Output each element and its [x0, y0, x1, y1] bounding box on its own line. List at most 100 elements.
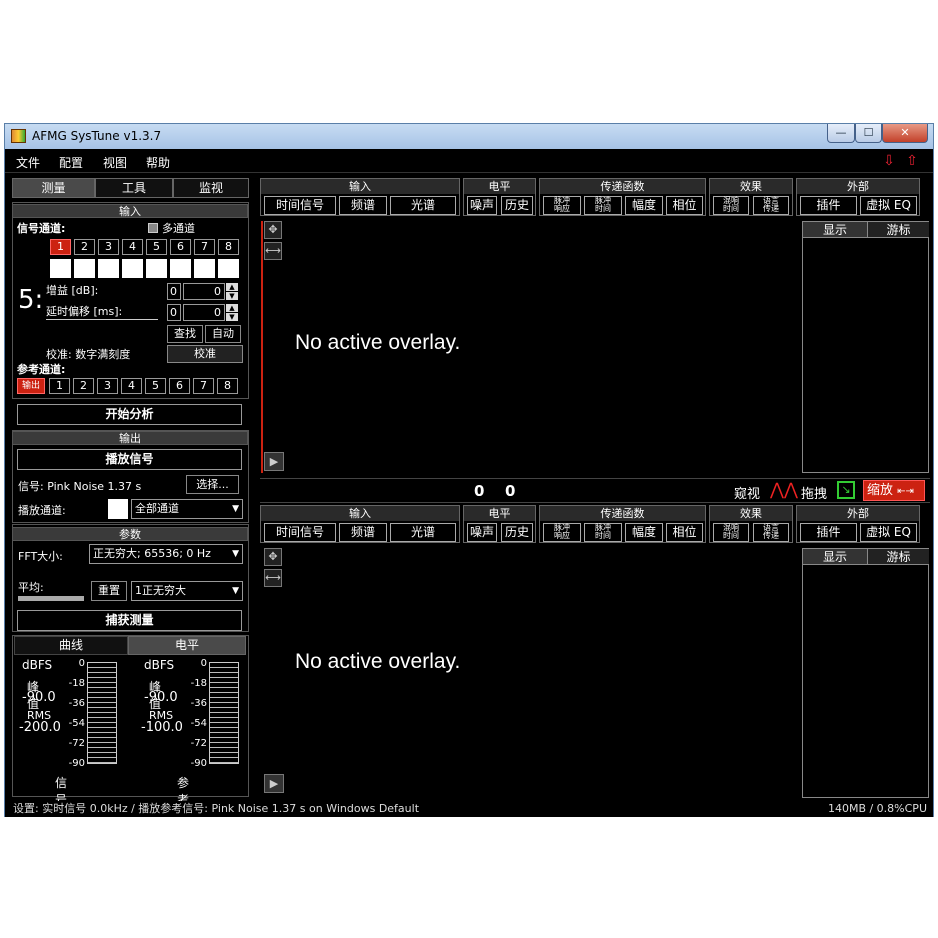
capture-measurement-button[interactable]: 捕获测量: [17, 610, 242, 631]
bottom-transfer-button-4[interactable]: 相位: [666, 523, 703, 542]
top-external-button-2[interactable]: 虚拟 EQ: [860, 196, 917, 215]
top-effect-button-2[interactable]: 语言 传递: [753, 196, 789, 215]
fit-width-icon[interactable]: ⟷: [264, 242, 282, 260]
bottom-input-button-1[interactable]: 时间信号: [264, 523, 336, 542]
play-channel-select[interactable]: 全部通道 ▼: [131, 499, 243, 519]
bottom-effect-button-2[interactable]: 语言 传递: [753, 523, 789, 542]
pan-icon[interactable]: ✥: [264, 548, 282, 566]
top-input-button-2[interactable]: 频谱: [339, 196, 387, 215]
channel-color-swatch[interactable]: [170, 259, 191, 278]
channel-color-swatch[interactable]: [218, 259, 239, 278]
ref-channel-2[interactable]: 2: [73, 378, 94, 394]
top-input-button-1[interactable]: 时间信号: [264, 196, 336, 215]
delay-down-icon[interactable]: ▼: [226, 313, 238, 321]
signal-channel-8[interactable]: 8: [218, 239, 239, 255]
ref-output-channel[interactable]: 输出: [17, 378, 45, 394]
gain-fine-field[interactable]: 0: [183, 283, 225, 300]
zoom-mode-button[interactable]: 缩放 ⇤⇥: [863, 480, 925, 501]
bottom-external-button-2[interactable]: 虚拟 EQ: [860, 523, 917, 542]
play-icon[interactable]: ▶: [264, 774, 284, 793]
channel-color-swatch[interactable]: [98, 259, 119, 278]
auto-button[interactable]: 自动: [205, 325, 241, 343]
bottom-input-button-2[interactable]: 频谱: [339, 523, 387, 542]
signal-channel-7[interactable]: 7: [194, 239, 215, 255]
bottom-effect-button-1[interactable]: 混响 时间: [713, 523, 749, 542]
play-icon[interactable]: ▶: [264, 452, 284, 471]
tab-monitor[interactable]: 监视: [173, 178, 249, 198]
download-icon[interactable]: ⇩: [880, 153, 898, 169]
peek-mode-label[interactable]: 窥视: [734, 483, 760, 502]
bottom-external-button-1[interactable]: 插件: [800, 523, 857, 542]
top-external-button-1[interactable]: 插件: [800, 196, 857, 215]
close-button[interactable]: ✕: [882, 124, 928, 143]
average-select[interactable]: 1正无穷大 ▼: [131, 581, 243, 601]
minimize-button[interactable]: —: [827, 124, 855, 143]
menu-config[interactable]: 配置: [59, 154, 83, 171]
menu-file[interactable]: 文件: [16, 154, 40, 171]
upload-icon[interactable]: ⇧: [903, 153, 921, 169]
maximize-button[interactable]: ☐: [855, 124, 882, 143]
channel-color-swatch[interactable]: [74, 259, 95, 278]
top-effect-button-1[interactable]: 混响 时间: [713, 196, 749, 215]
drag-mode-label[interactable]: 拖拽: [801, 483, 827, 502]
play-signal-button[interactable]: 播放信号: [17, 449, 242, 470]
bottom-transfer-button-2[interactable]: 脉冲 时间: [584, 523, 622, 542]
channel-color-swatch[interactable]: [122, 259, 143, 278]
top-input-button-3[interactable]: 光谱: [390, 196, 456, 215]
tab-level[interactable]: 电平: [128, 636, 246, 655]
ref-channel-5[interactable]: 5: [145, 378, 166, 394]
ref-channel-3[interactable]: 3: [97, 378, 118, 394]
top-level-button-2[interactable]: 历史: [501, 196, 533, 215]
delay-fine-field[interactable]: 0: [183, 304, 225, 321]
tab-tools[interactable]: 工具: [95, 178, 173, 198]
average-slider[interactable]: [18, 596, 84, 601]
top-transfer-button-3[interactable]: 幅度: [625, 196, 663, 215]
menu-view[interactable]: 视图: [103, 154, 127, 171]
delay-coarse-field[interactable]: 0: [167, 304, 181, 321]
signal-channel-6[interactable]: 6: [170, 239, 191, 255]
signal-channel-4[interactable]: 4: [122, 239, 143, 255]
ref-channel-8[interactable]: 8: [217, 378, 238, 394]
ref-channel-7[interactable]: 7: [193, 378, 214, 394]
fit-width-icon[interactable]: ⟷: [264, 569, 282, 587]
signal-channel-1[interactable]: 1: [50, 239, 71, 255]
gain-down-icon[interactable]: ▼: [226, 292, 238, 300]
calibrate-button[interactable]: 校准: [167, 345, 243, 363]
top-transfer-button-2[interactable]: 脉冲 时间: [584, 196, 622, 215]
fft-size-select[interactable]: 正无穷大; 65536; 0 Hz ▼: [89, 544, 243, 564]
gain-up-icon[interactable]: ▲: [226, 283, 238, 291]
tab-measure[interactable]: 测量: [12, 178, 95, 198]
find-button[interactable]: 查找: [167, 325, 203, 343]
channel-color-swatch[interactable]: [146, 259, 167, 278]
tab-curves[interactable]: 曲线: [14, 636, 128, 655]
top-transfer-button-1[interactable]: 脉冲 响应: [543, 196, 581, 215]
ref-channel-4[interactable]: 4: [121, 378, 142, 394]
channel-color-swatch[interactable]: [194, 259, 215, 278]
multi-channel-checkbox[interactable]: [148, 223, 158, 233]
top-level-button-1[interactable]: 噪声: [467, 196, 497, 215]
start-analysis-button[interactable]: 开始分析: [17, 404, 242, 425]
reset-button[interactable]: 重置: [91, 581, 127, 601]
tab-cursor[interactable]: 游标: [867, 549, 929, 565]
menu-help[interactable]: 帮助: [146, 154, 170, 171]
signal-channel-2[interactable]: 2: [74, 239, 95, 255]
gain-coarse-field[interactable]: 0: [167, 283, 181, 300]
waveform-icon[interactable]: ⋀⋀: [770, 480, 798, 500]
tab-display[interactable]: 显示: [803, 549, 867, 565]
bottom-level-button-2[interactable]: 历史: [501, 523, 533, 542]
bottom-input-button-3[interactable]: 光谱: [390, 523, 456, 542]
tab-cursor[interactable]: 游标: [867, 222, 929, 238]
drag-icon[interactable]: ↘: [837, 481, 855, 499]
delay-up-icon[interactable]: ▲: [226, 304, 238, 312]
bottom-level-button-1[interactable]: 噪声: [467, 523, 497, 542]
top-transfer-button-4[interactable]: 相位: [666, 196, 703, 215]
pan-icon[interactable]: ✥: [264, 221, 282, 239]
signal-channel-3[interactable]: 3: [98, 239, 119, 255]
signal-channel-5[interactable]: 5: [146, 239, 167, 255]
tab-display[interactable]: 显示: [803, 222, 867, 238]
bottom-transfer-button-3[interactable]: 幅度: [625, 523, 663, 542]
bottom-transfer-button-1[interactable]: 脉冲 响应: [543, 523, 581, 542]
choose-signal-button[interactable]: 选择...: [186, 475, 239, 494]
channel-color-swatch[interactable]: [50, 259, 71, 278]
ref-channel-6[interactable]: 6: [169, 378, 190, 394]
